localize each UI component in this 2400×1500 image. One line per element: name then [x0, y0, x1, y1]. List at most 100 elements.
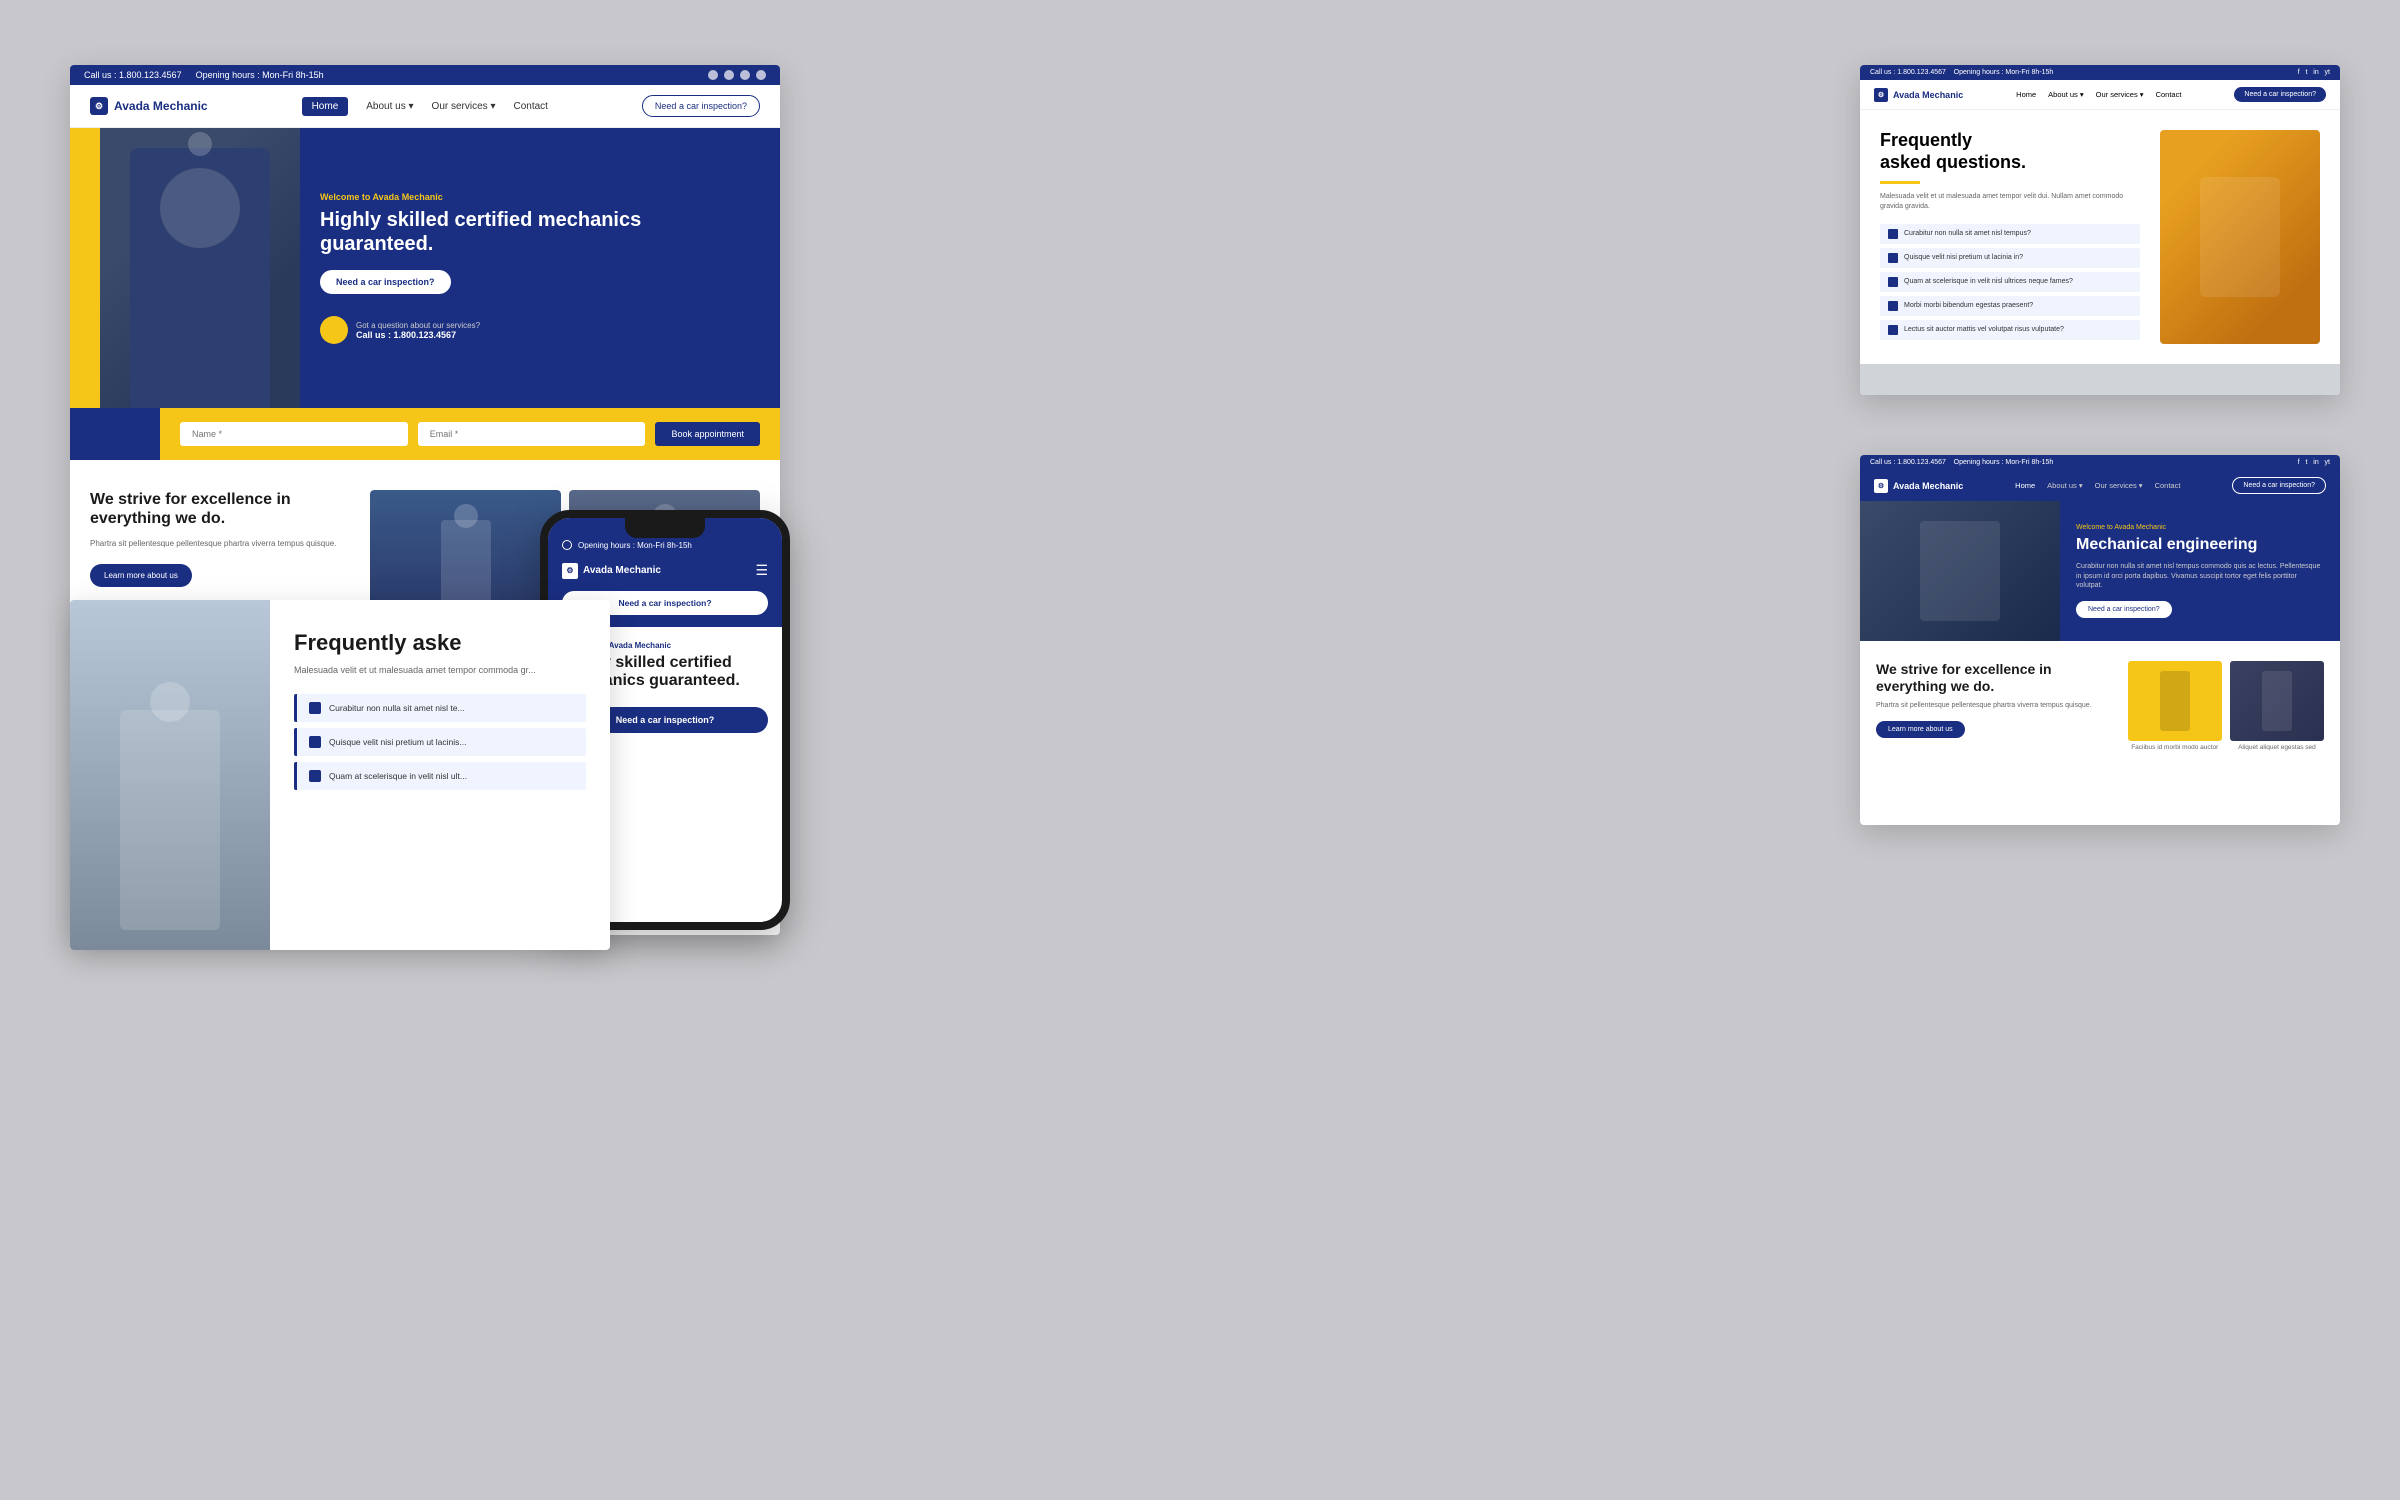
bottom-faq-image: [70, 600, 270, 950]
faq-main-title: Frequentlyasked questions.: [1880, 130, 2140, 173]
faq-nav-cta[interactable]: Need a car inspection?: [2234, 87, 2326, 102]
faq-item-5-text: Lectus sit auctor mattis vel volutpat ri…: [1904, 326, 2064, 333]
book-appointment-button[interactable]: Book appointment: [655, 422, 760, 446]
faq-item-icon-1: [1888, 229, 1898, 239]
mobile-hours-label: Opening hours : Mon-Fri 8h-15h: [578, 541, 692, 550]
faq-item-2-text: Quisque velit nisi pretium ut lacinia in…: [1904, 254, 2023, 261]
mech-hours: Opening hours : Mon-Fri 8h-15h: [1954, 459, 2054, 466]
topbar-right: [708, 70, 766, 80]
faq-item-3[interactable]: Quam at scelerisque in velit nisl ultric…: [1880, 272, 2140, 292]
mech-title: Mechanical engineering: [2076, 535, 2324, 554]
faq-brand-name: Avada Mechanic: [1893, 90, 1963, 100]
hero-contact-text: Got a question about our services?: [356, 321, 480, 330]
faq-topbar-right: f t in yt: [2298, 69, 2330, 76]
mech-topbar-right: f t in yt: [2298, 459, 2330, 466]
nav-about[interactable]: About us ▾: [366, 101, 413, 112]
faq-item-1-text: Curabitur non nulla sit amet nisl tempus…: [1904, 230, 2031, 237]
nav-contact[interactable]: Contact: [513, 101, 547, 112]
mech-nav-contact[interactable]: Contact: [2155, 481, 2181, 490]
nav-services[interactable]: Our services ▾: [432, 101, 496, 112]
faq-item-4[interactable]: Morbi morbi bibendum egestas praesent?: [1880, 296, 2140, 316]
person-body-1: [441, 520, 491, 610]
facebook-icon: [708, 70, 718, 80]
mech-image-card-2: Aliquet aliquet egestas sed: [2230, 661, 2324, 751]
hero-cta-button[interactable]: Need a car inspection?: [320, 270, 451, 294]
faq-item-1[interactable]: Curabitur non nulla sit amet nisl tempus…: [1880, 224, 2140, 244]
hero-contact: Got a question about our services? Call …: [320, 316, 740, 344]
faq-bottom-strip: [1860, 364, 2340, 395]
mechanic-silhouette-1: [370, 490, 561, 610]
mobile-hamburger-icon[interactable]: ☰: [755, 562, 768, 579]
topbar: Call us : 1.800.123.4567 Opening hours :…: [70, 65, 780, 85]
person-head-1: [454, 504, 478, 528]
screenshot-mechanical: Call us : 1.800.123.4567 Opening hours :…: [1860, 455, 2340, 825]
youtube-icon: [756, 70, 766, 80]
faq-topbar-left: Call us : 1.800.123.4567 Opening hours :…: [1870, 69, 2053, 76]
faq-topbar: Call us : 1.800.123.4567 Opening hours :…: [1860, 65, 2340, 80]
mech-excellence-inner: We strive for excellence in everything w…: [1876, 661, 2324, 751]
bottom-faq-item-2[interactable]: Quisque velit nisi pretium ut lacinis...: [294, 728, 586, 756]
topbar-left: Call us : 1.800.123.4567 Opening hours :…: [84, 70, 324, 80]
mech-nav-cta[interactable]: Need a car inspection?: [2232, 477, 2326, 494]
bottom-faq-item-1-text: Curabitur non nulla sit amet nisl te...: [329, 703, 465, 713]
faq-right-image: [2160, 130, 2320, 344]
email-input[interactable]: [418, 422, 646, 446]
faq-left-content: Frequentlyasked questions. Malesuada vel…: [1880, 130, 2140, 344]
faq-nav-contact[interactable]: Contact: [2156, 90, 2182, 99]
hero-avatar: [320, 316, 348, 344]
screenshot-faq: Call us : 1.800.123.4567 Opening hours :…: [1860, 65, 2340, 395]
instagram-icon: [740, 70, 750, 80]
mech-nav-about[interactable]: About us ▾: [2047, 481, 2082, 490]
bottom-faq-item-2-text: Quisque velit nisi pretium ut lacinis...: [329, 737, 466, 747]
mech-nav-links: Home About us ▾ Our services ▾ Contact: [2015, 481, 2180, 490]
mobile-notch: [625, 518, 705, 538]
mech-cta-button[interactable]: Need a car inspection?: [2076, 601, 2172, 618]
twitter-icon: [724, 70, 734, 80]
hero-content: Welcome to Avada Mechanic Highly skilled…: [300, 172, 760, 364]
faq-item-4-text: Morbi morbi bibendum egestas praesent?: [1904, 302, 2033, 309]
mechanic-photo-1: [370, 490, 561, 610]
name-input[interactable]: [180, 422, 408, 446]
faq-item-3-text: Quam at scelerisque in velit nisl ultric…: [1904, 278, 2073, 285]
mech-image-2-label: Aliquet aliquet egestas sed: [2230, 741, 2324, 751]
mech-nav-home[interactable]: Home: [2015, 481, 2035, 490]
mech-hero-image: [1860, 501, 2060, 641]
faq-item-2[interactable]: Quisque velit nisi pretium ut lacinia in…: [1880, 248, 2140, 268]
faq-nav-home[interactable]: Home: [2016, 90, 2036, 99]
excellence-text: We strive for excellence in everything w…: [90, 490, 350, 587]
mobile-gear-icon: ⚙: [562, 563, 578, 579]
mech-learn-more-button[interactable]: Learn more about us: [1876, 721, 1965, 738]
nav-home[interactable]: Home: [302, 97, 349, 116]
mobile-logo: ⚙ Avada Mechanic: [562, 563, 661, 579]
mech-image-card-1: Faciibus id morbi modo auctor: [2128, 661, 2222, 751]
hero-welcome-text: Welcome to Avada Mechanic: [320, 192, 740, 202]
faq-item-icon-3: [1888, 277, 1898, 287]
faq-nav: ⚙ Avada Mechanic Home About us ▾ Our ser…: [1860, 80, 2340, 110]
hero-title: Highly skilled certified mechanics guara…: [320, 208, 740, 256]
mech-brand-name: Avada Mechanic: [1893, 481, 1963, 491]
nav-links: Home About us ▾ Our services ▾ Contact: [302, 97, 548, 116]
learn-more-button[interactable]: Learn more about us: [90, 564, 192, 587]
bottom-faq-item-1[interactable]: Curabitur non nulla sit amet nisl te...: [294, 694, 586, 722]
faq-gear-icon: ⚙: [1874, 88, 1888, 102]
brand-logo: ⚙ Avada Mechanic: [90, 97, 208, 115]
faq-underline: [1880, 181, 1920, 184]
faq-item-5[interactable]: Lectus sit auctor mattis vel volutpat ri…: [1880, 320, 2140, 340]
mech-welcome-text: Welcome to Avada Mechanic: [2076, 524, 2324, 531]
mech-excellence-desc: Phartra sit pellentesque pellentesque ph…: [1876, 701, 2112, 711]
faq-nav-about[interactable]: About us ▾: [2048, 90, 2083, 99]
bottom-faq-item-3-text: Quam at scelerisque in velit nisl ult...: [329, 771, 467, 781]
phone-label: Call us : 1.800.123.4567: [84, 70, 182, 80]
bottom-faq-icon-3: [309, 770, 321, 782]
booking-form: Book appointment: [160, 408, 780, 460]
mech-nav-services[interactable]: Our services ▾: [2095, 481, 2143, 490]
mechanic-figure: [130, 148, 270, 408]
mech-excellence-section: We strive for excellence in everything w…: [1860, 641, 2340, 771]
bottom-faq-item-3[interactable]: Quam at scelerisque in velit nisl ult...: [294, 762, 586, 790]
faq-nav-services[interactable]: Our services ▾: [2096, 90, 2144, 99]
bottom-faq-content: Frequently aske Malesuada velit et ut ma…: [270, 600, 610, 950]
mech-image-1: [2128, 661, 2222, 741]
mobile-brand-name: Avada Mechanic: [583, 565, 661, 576]
faq-nav-links: Home About us ▾ Our services ▾ Contact: [2016, 90, 2181, 99]
nav-cta-button[interactable]: Need a car inspection?: [642, 95, 760, 117]
